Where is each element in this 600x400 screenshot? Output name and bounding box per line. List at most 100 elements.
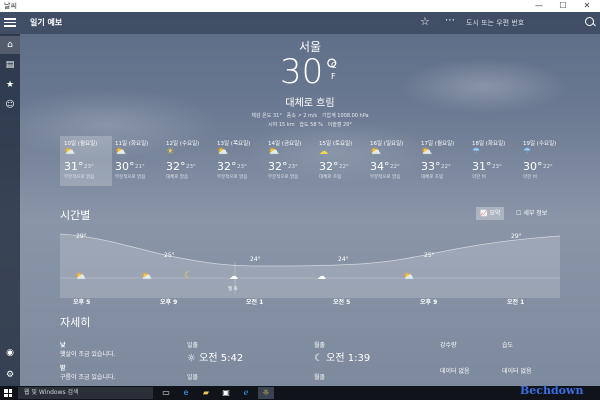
taskbar-search-input[interactable]: 웹 및 Windows 검색 [18,387,153,399]
visibility: 시야 15 km [268,122,295,128]
search-input[interactable]: 도시 또는 우편 번호 [462,16,580,30]
maximize-button[interactable]: ☐ [552,0,574,12]
day-high: 33° [421,160,441,173]
weather-app-icon[interactable]: ☼ [258,387,274,399]
sidebar: ⌂ ▤ ★ ☺ ◉ ⚙ [0,34,20,386]
cloudy-icon: ☁ [319,147,328,157]
detail-button[interactable]: ☐ 세부 정보 [512,207,551,220]
more-options-icon[interactable]: ⋯ [445,15,455,26]
summary-button[interactable]: 📈 요약 [476,207,505,220]
hour-label: 오전 1 [507,299,525,306]
sunrise-row: ☼ 오전 5:42 [187,349,243,364]
feels-like: 체감 온도 31° [251,113,282,119]
day-low: 22° [543,164,553,170]
edge-browser-icon[interactable]: e [178,387,194,399]
hamburger-menu-icon[interactable] [4,16,16,28]
hour-label: 오전 1 [246,299,264,306]
file-explorer-icon[interactable]: ▰ [198,387,214,399]
favorites-icon[interactable]: ★ [0,76,20,94]
store-icon[interactable]: ▣ [218,387,234,399]
day-condition: 부분적으로 맑음 [217,175,248,180]
rain-icon: ☂ [523,147,532,157]
day-low: 23° [492,164,502,170]
day-card[interactable]: 13일 (목요일) ⛅ 32° 23° 부분적으로 맑음 [213,136,265,186]
weather-stats-row1: 체감 온도 31° 풍속 ↗ 2 m/s 기압계 1008.00 hPa [0,112,600,119]
day-low: 23° [84,164,94,170]
day-condition: 부분적으로 맑음 [268,175,299,180]
day-card[interactable]: 11일 (화요일) ⛅ 30° 21° 부분적으로 맑음 [111,136,163,186]
day-high: 30° [115,160,135,173]
day-condition: 대체로 맑음 [166,175,189,180]
search-icon[interactable] [585,17,594,26]
day-card[interactable]: 18일 (화요일) ☂ 31° 23° 약한 비 [468,136,520,186]
summary-label: 요약 [489,210,501,217]
day-date: 17일 (월요일) [421,141,455,147]
unit-celsius[interactable]: C [331,60,337,71]
maps-icon[interactable]: ▤ [0,56,20,74]
partly-sunny-icon: ⛅ [115,147,127,157]
checkbox-icon: ☐ [516,210,522,217]
day-card[interactable]: 15일 (토요일) ☁ 32° 22° 대체로 흐림 [315,136,367,186]
partly-sunny-icon: ⛅ [217,147,229,157]
hour-temp: 25° [164,252,175,259]
hour-temp: 25° [424,252,435,259]
sunrise-label: 일출 [187,342,199,349]
day-condition: 대체로 흐림 [319,175,342,180]
close-button[interactable]: ✕ [576,0,598,12]
weather-stats-row2: 시야 15 km 습도 58 % 이슬점 20° [0,121,600,128]
hour-temp: 24° [250,256,261,263]
hour-temp: 29° [511,233,522,240]
settings-gear-icon[interactable]: ⚙ [0,366,20,384]
partly-cloudy-night-icon: ⛅ [75,272,87,282]
unit-fahrenheit[interactable]: F [331,71,337,82]
day-high: 31° [472,160,492,173]
partly-sunny-icon: ⛅ [64,147,76,157]
app-header: 일기 예보 ☆ ⋯ 도시 또는 우편 번호 [0,12,600,34]
minimize-button[interactable]: — [528,0,550,12]
day-low: 21° [135,164,145,170]
day-high: 30° [523,160,543,173]
partly-sunny-icon: ⛅ [370,147,382,157]
night-label: 밤 [60,365,66,372]
day-date: 10일 (월요일) [64,141,98,147]
day-high: 32° [268,160,288,173]
day-card[interactable]: 10일 (월요일) ⛅ 31° 23° 부분적으로 맑음 [60,136,112,186]
moonrise-row: ☾ 오전 1:39 [314,349,370,364]
favorite-star-icon[interactable]: ☆ [420,15,430,28]
hour-label: 오후 9 [160,299,178,306]
detail-label: 세부 정보 [523,210,548,217]
hour-label: 오후 5 [73,299,91,306]
window-titlebar: 날씨 — ☐ ✕ [0,0,600,12]
sunrise-time: 오전 5:42 [199,353,244,364]
day-condition: 부분적으로 맑음 [370,175,401,180]
day-date: 13일 (목요일) [217,141,251,147]
internet-explorer-icon[interactable]: ℯ [238,387,254,399]
windows-start-icon[interactable] [4,389,12,397]
day-card[interactable]: 12일 (수요일) ☀ 32° 23° 대체로 맑음 [162,136,214,186]
day-card[interactable]: 14일 (금요일) ⛅ 32° 23° 부분적으로 맑음 [264,136,316,186]
dew-point: 이슬점 20° [327,122,352,128]
feedback-icon[interactable]: ◉ [0,344,20,362]
precip-label: 강수량 [440,342,457,349]
day-date: 16일 (일요일) [370,141,404,147]
day-low: 22° [390,164,400,170]
precip-value: 데이터 없음 [440,368,470,375]
humidity-label: 습도 [502,342,514,349]
task-view-icon[interactable]: ▭ [158,387,174,399]
hour-label: 오전 5 [333,299,351,306]
wind: 풍속 ↗ 2 m/s [286,113,318,119]
day-card[interactable]: 16일 (일요일) ⛅ 34° 22° 부분적으로 맑음 [366,136,418,186]
unit-toggle[interactable]: C F [331,60,337,82]
day-card[interactable]: 19일 (수요일) ☂ 30° 22° 약한 비 [519,136,571,186]
day-card[interactable]: 17일 (월요일) ⛅ 33° 22° 대체로 흐림 [417,136,469,186]
humidity-value: 데이터 없음 [502,368,532,375]
moonrise-time: 오전 1:39 [326,353,371,364]
day-condition: 대체로 흐림 [421,175,444,180]
hour-temp: 29° [76,233,87,240]
day-low: 23° [288,164,298,170]
moon-icon: ☾ [314,353,323,364]
details-title: 자세히 [60,316,91,329]
moonset-label: 월몰 [314,374,326,381]
day-high: 34° [370,160,390,173]
hour-temp: 24° [338,256,349,263]
